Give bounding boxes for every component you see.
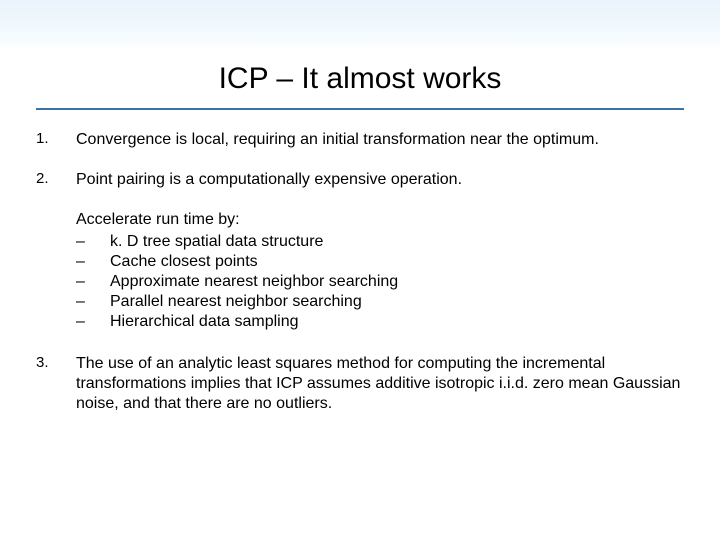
point-1-number: 1. [36, 130, 76, 149]
accelerate-item-5-text: Hierarchical data sampling [110, 312, 299, 332]
dash-icon: – [76, 292, 110, 312]
point-1: 1. Convergence is local, requiring an in… [36, 130, 684, 150]
point-3-text: The use of an analytic least squares met… [76, 354, 684, 414]
dash-icon: – [76, 272, 110, 292]
point-3-number: 3. [36, 354, 76, 373]
slide-title: ICP – It almost works [0, 62, 720, 96]
accelerate-item-4: – Parallel nearest neighbor searching [76, 292, 684, 312]
accelerate-item-1-text: k. D tree spatial data structure [110, 232, 323, 252]
point-2-text: Point pairing is a computationally expen… [76, 170, 684, 190]
point-3: 3. The use of an analytic least squares … [36, 354, 684, 414]
title-underline [36, 108, 684, 110]
accelerate-item-1: – k. D tree spatial data structure [76, 232, 684, 252]
dash-icon: – [76, 312, 110, 332]
slide: ICP – It almost works 1. Convergence is … [0, 0, 720, 540]
dash-icon: – [76, 232, 110, 252]
accelerate-item-2-text: Cache closest points [110, 252, 258, 272]
point-2: 2. Point pairing is a computationally ex… [36, 170, 684, 190]
point-1-text: Convergence is local, requiring an initi… [76, 130, 684, 150]
accelerate-lead: Accelerate run time by: [76, 210, 684, 230]
header-band [0, 0, 720, 50]
accelerate-item-3-text: Approximate nearest neighbor searching [110, 272, 398, 292]
slide-body: 1. Convergence is local, requiring an in… [36, 130, 684, 434]
point-2-number: 2. [36, 170, 76, 189]
accelerate-block: Accelerate run time by: – k. D tree spat… [76, 210, 684, 332]
accelerate-item-3: – Approximate nearest neighbor searching [76, 272, 684, 292]
accelerate-item-5: – Hierarchical data sampling [76, 312, 684, 332]
dash-icon: – [76, 252, 110, 272]
accelerate-item-4-text: Parallel nearest neighbor searching [110, 292, 362, 312]
accelerate-item-2: – Cache closest points [76, 252, 684, 272]
